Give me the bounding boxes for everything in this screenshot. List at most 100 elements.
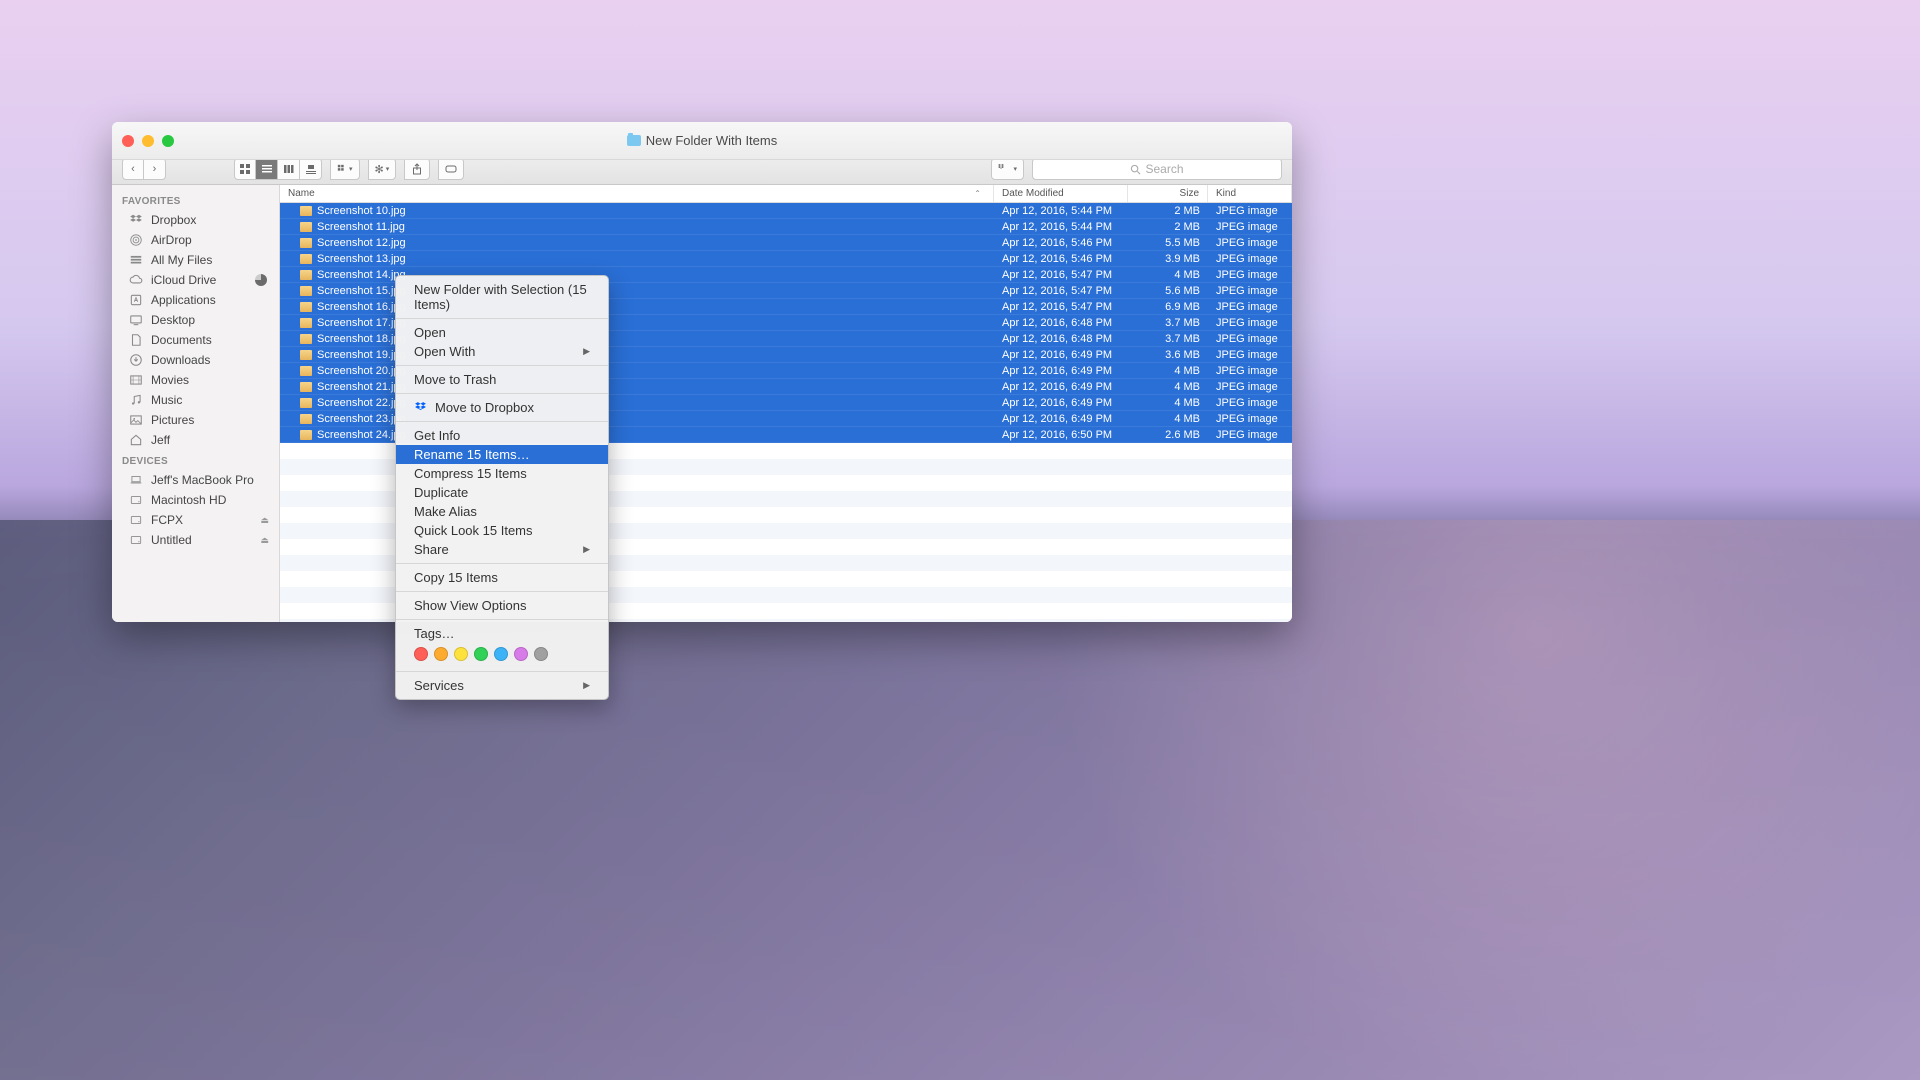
jpeg-file-icon [300, 414, 312, 424]
cm-rename[interactable]: Rename 15 Items… [396, 445, 608, 464]
titlebar[interactable]: New Folder With Items [112, 122, 1292, 160]
file-date: Apr 12, 2016, 5:44 PM [994, 221, 1128, 233]
search-icon [1130, 164, 1141, 175]
share-button[interactable] [404, 158, 430, 180]
file-kind: JPEG image [1208, 237, 1292, 249]
cm-get-info[interactable]: Get Info [396, 426, 608, 445]
cm-quick-look[interactable]: Quick Look 15 Items [396, 521, 608, 540]
file-kind: JPEG image [1208, 429, 1292, 441]
minimize-button[interactable] [142, 135, 154, 147]
cm-move-to-trash[interactable]: Move to Trash [396, 370, 608, 389]
action-button[interactable]: ✻ ▾ [368, 158, 397, 180]
sidebar-item-downloads[interactable]: Downloads [112, 350, 279, 370]
view-list-button[interactable] [256, 158, 278, 180]
forward-button[interactable]: › [144, 158, 166, 180]
sidebar-item-label: Pictures [151, 413, 194, 427]
sidebar-item-icloud-drive[interactable]: iCloud Drive [112, 270, 279, 290]
file-date: Apr 12, 2016, 6:48 PM [994, 333, 1128, 345]
sidebar-item-jeff[interactable]: Jeff [112, 430, 279, 450]
dropbox-menu-button[interactable]: ▾ [991, 158, 1024, 180]
eject-icon[interactable]: ⏏ [260, 515, 269, 526]
jpeg-file-icon [300, 350, 312, 360]
file-date: Apr 12, 2016, 5:46 PM [994, 237, 1128, 249]
file-row[interactable]: Screenshot 13.jpgApr 12, 2016, 5:46 PM3.… [280, 251, 1292, 267]
cm-move-to-dropbox[interactable]: Move to Dropbox [396, 398, 608, 417]
column-header: Name⌃ Date Modified Size Kind [280, 185, 1292, 203]
file-name: Screenshot 21.jpg [317, 381, 406, 393]
sidebar-item-desktop[interactable]: Desktop [112, 310, 279, 330]
cm-services[interactable]: Services▶ [396, 676, 608, 695]
file-date: Apr 12, 2016, 5:44 PM [994, 205, 1128, 217]
file-name: Screenshot 19.jpg [317, 349, 406, 361]
sidebar-item-label: FCPX [151, 513, 183, 527]
cm-open[interactable]: Open [396, 323, 608, 342]
eject-icon[interactable]: ⏏ [260, 535, 269, 546]
cm-new-folder-selection[interactable]: New Folder with Selection (15 Items) [396, 280, 608, 314]
cm-duplicate[interactable]: Duplicate [396, 483, 608, 502]
file-date: Apr 12, 2016, 6:49 PM [994, 397, 1128, 409]
sidebar-item-documents[interactable]: Documents [112, 330, 279, 350]
file-date: Apr 12, 2016, 6:50 PM [994, 429, 1128, 441]
cm-tag-colors [396, 643, 608, 667]
cm-share[interactable]: Share▶ [396, 540, 608, 559]
sidebar-item-applications[interactable]: Applications [112, 290, 279, 310]
laptop-icon [128, 473, 144, 487]
sidebar-item-untitled[interactable]: Untitled⏏ [112, 530, 279, 550]
tag-color-dot[interactable] [514, 647, 528, 661]
file-date: Apr 12, 2016, 5:47 PM [994, 285, 1128, 297]
jpeg-file-icon [300, 286, 312, 296]
sidebar-item-label: Movies [151, 373, 189, 387]
column-name[interactable]: Name⌃ [280, 185, 994, 202]
file-row[interactable]: Screenshot 11.jpgApr 12, 2016, 5:44 PM2 … [280, 219, 1292, 235]
column-kind[interactable]: Kind [1208, 185, 1292, 202]
file-kind: JPEG image [1208, 413, 1292, 425]
file-name: Screenshot 18.jpg [317, 333, 406, 345]
view-coverflow-button[interactable] [300, 158, 322, 180]
sidebar-item-movies[interactable]: Movies [112, 370, 279, 390]
tag-color-dot[interactable] [494, 647, 508, 661]
file-kind: JPEG image [1208, 285, 1292, 297]
search-placeholder: Search [1145, 162, 1183, 176]
column-date[interactable]: Date Modified [994, 185, 1128, 202]
sidebar-item-pictures[interactable]: Pictures [112, 410, 279, 430]
file-name: Screenshot 13.jpg [317, 253, 406, 265]
tag-color-dot[interactable] [534, 647, 548, 661]
cm-compress[interactable]: Compress 15 Items [396, 464, 608, 483]
view-icons-button[interactable] [234, 158, 256, 180]
sidebar-item-all-my-files[interactable]: All My Files [112, 250, 279, 270]
column-size[interactable]: Size [1128, 185, 1208, 202]
arrange-button[interactable]: ▾ [330, 158, 360, 180]
file-kind: JPEG image [1208, 221, 1292, 233]
cm-show-view-options[interactable]: Show View Options [396, 596, 608, 615]
back-button[interactable]: ‹ [122, 158, 144, 180]
file-row[interactable]: Screenshot 12.jpgApr 12, 2016, 5:46 PM5.… [280, 235, 1292, 251]
tag-color-dot[interactable] [474, 647, 488, 661]
tag-color-dot[interactable] [454, 647, 468, 661]
cm-open-with[interactable]: Open With▶ [396, 342, 608, 361]
jpeg-file-icon [300, 334, 312, 344]
tags-button[interactable] [438, 158, 464, 180]
file-date: Apr 12, 2016, 5:47 PM [994, 269, 1128, 281]
tag-color-dot[interactable] [414, 647, 428, 661]
cm-make-alias[interactable]: Make Alias [396, 502, 608, 521]
file-date: Apr 12, 2016, 6:48 PM [994, 317, 1128, 329]
devices-header: Devices [112, 450, 279, 470]
file-kind: JPEG image [1208, 349, 1292, 361]
jpeg-file-icon [300, 398, 312, 408]
file-row[interactable]: Screenshot 10.jpgApr 12, 2016, 5:44 PM2 … [280, 203, 1292, 219]
search-input[interactable]: Search [1032, 158, 1282, 180]
sidebar-item-dropbox[interactable]: Dropbox [112, 210, 279, 230]
view-columns-button[interactable] [278, 158, 300, 180]
sidebar-item-airdrop[interactable]: AirDrop [112, 230, 279, 250]
cm-copy[interactable]: Copy 15 Items [396, 568, 608, 587]
sidebar-item-fcpx[interactable]: FCPX ⏏ [112, 510, 279, 530]
sidebar-item-jeff-s-macbook-pro[interactable]: Jeff's MacBook Pro [112, 470, 279, 490]
file-date: Apr 12, 2016, 6:49 PM [994, 381, 1128, 393]
window-title: New Folder With Items [646, 133, 777, 148]
file-kind: JPEG image [1208, 397, 1292, 409]
sidebar-item-music[interactable]: Music [112, 390, 279, 410]
tag-color-dot[interactable] [434, 647, 448, 661]
close-button[interactable] [122, 135, 134, 147]
sidebar-item-macintosh-hd[interactable]: Macintosh HD [112, 490, 279, 510]
zoom-button[interactable] [162, 135, 174, 147]
